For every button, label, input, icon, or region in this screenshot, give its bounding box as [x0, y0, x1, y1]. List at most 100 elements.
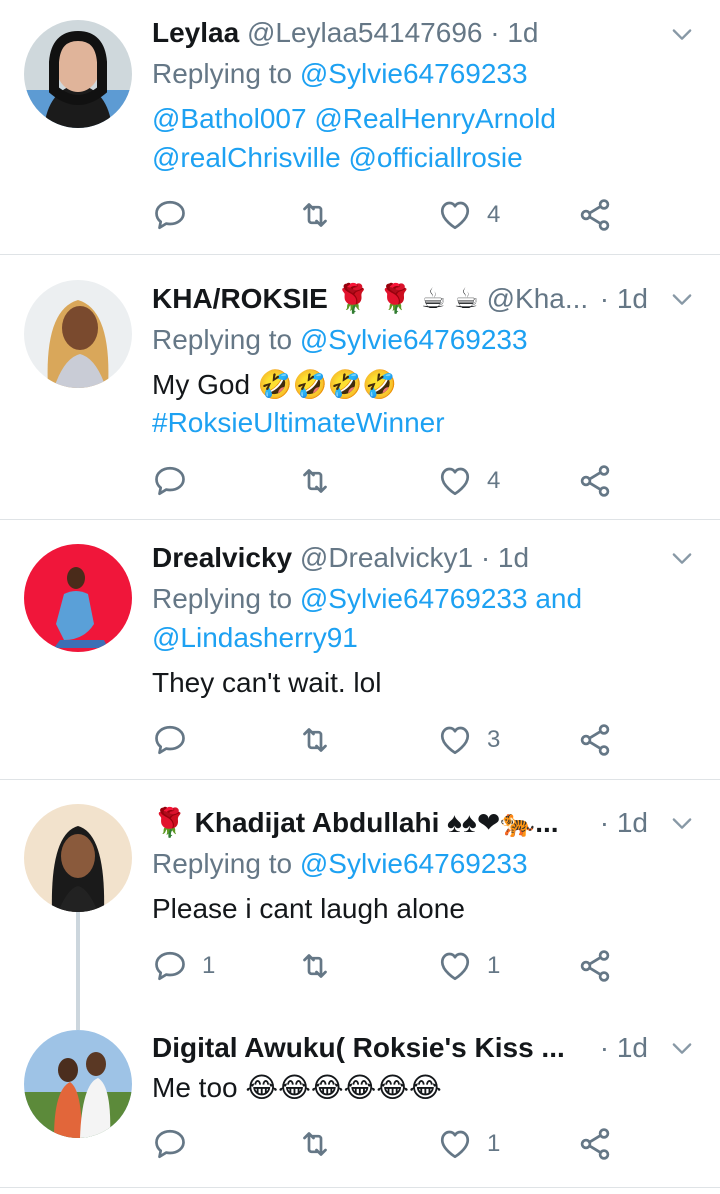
share-icon	[577, 1126, 613, 1162]
tweet-text-line-2[interactable]: @realChrisville @officiallrosie	[152, 138, 690, 178]
retweet-icon	[297, 948, 333, 984]
handle[interactable]: @Drealvicky1	[300, 542, 473, 573]
share-icon	[577, 463, 613, 499]
share-button[interactable]	[577, 946, 613, 986]
like-button[interactable]: 4	[437, 461, 500, 501]
chevron-down-icon[interactable]	[668, 544, 696, 572]
display-name[interactable]: KHA/ROKSIE 🌹 🌹 ☕ ☕	[152, 283, 479, 314]
replying-line: Replying to @Sylvie64769233 and	[152, 579, 690, 619]
display-name[interactable]: 🌹 Khadijat Abdullahi ♠♠❤🐅...	[152, 807, 559, 838]
chevron-down-icon[interactable]	[668, 1034, 696, 1062]
like-count: 1	[487, 1130, 501, 1157]
avatar[interactable]	[24, 20, 132, 128]
retweet-button[interactable]	[297, 195, 347, 235]
retweet-button[interactable]	[297, 946, 347, 986]
action-bar: 3	[152, 720, 622, 760]
share-icon	[577, 948, 613, 984]
replying-to-link-2[interactable]: @Lindasherry91	[152, 618, 690, 658]
avatar[interactable]	[24, 804, 132, 912]
timestamp: · 1d	[490, 17, 539, 48]
like-button[interactable]: 1	[437, 1124, 500, 1164]
retweet-button[interactable]	[297, 1124, 347, 1164]
reply-button[interactable]	[152, 720, 202, 760]
like-count: 4	[487, 201, 501, 228]
share-button[interactable]	[577, 195, 613, 235]
reply-icon	[152, 463, 188, 499]
replying-prefix: Replying to	[152, 324, 293, 355]
like-icon	[437, 463, 473, 499]
timestamp: · 1d	[599, 807, 648, 838]
replying-to-link[interactable]: @Sylvie64769233	[300, 58, 528, 89]
retweet-button[interactable]	[297, 720, 347, 760]
reply-icon	[152, 948, 188, 984]
reply-button[interactable]	[152, 195, 202, 235]
replying-line: Replying to @Sylvie64769233	[152, 54, 690, 94]
reply-button[interactable]	[152, 461, 202, 501]
hashtag-link[interactable]: #RoksieUltimateWinner	[152, 403, 690, 443]
share-button[interactable]	[577, 461, 613, 501]
share-icon	[577, 722, 613, 758]
avatar-image	[24, 20, 132, 128]
avatar[interactable]	[24, 544, 132, 652]
like-button[interactable]: 1	[437, 946, 500, 986]
like-icon	[437, 197, 473, 233]
replying-to-link[interactable]: @Sylvie64769233	[300, 848, 528, 879]
like-button[interactable]: 3	[437, 720, 500, 760]
retweet-icon	[297, 463, 333, 499]
tweet-text-line-1[interactable]: @Bathol007 @RealHenryArnold	[152, 99, 690, 139]
like-icon	[437, 722, 473, 758]
chevron-down-icon[interactable]	[668, 285, 696, 313]
share-button[interactable]	[577, 720, 613, 760]
tweet-header: 🌹 Khadijat Abdullahi ♠♠❤🐅...	[152, 803, 590, 843]
tweet-2[interactable]: KHA/ROKSIE 🌹 🌹 ☕ ☕ @Kha... · 1d Replying…	[0, 255, 720, 520]
retweet-button[interactable]	[297, 461, 347, 501]
display-name[interactable]: Drealvicky	[152, 542, 292, 573]
like-count: 4	[487, 467, 501, 494]
like-icon	[437, 948, 473, 984]
tweet-header: KHA/ROKSIE 🌹 🌹 ☕ ☕ @Kha...	[152, 279, 590, 319]
tweet-1[interactable]: Leylaa @Leylaa54147696 · 1d Replying to …	[0, 0, 720, 255]
timestamp: · 1d	[480, 542, 530, 573]
like-count: 3	[487, 726, 501, 753]
handle[interactable]: @Kha...	[487, 283, 589, 314]
action-bar: 4	[152, 195, 622, 235]
timestamp: · 1d	[599, 1032, 648, 1063]
avatar-image	[24, 804, 132, 912]
replying-prefix: Replying to	[152, 583, 293, 614]
avatar[interactable]	[24, 1030, 132, 1138]
tweet-text: Me too 😂😂😂😂😂😂	[152, 1072, 442, 1103]
tweet-header: Drealvicky @Drealvicky1 · 1d	[152, 538, 630, 578]
replying-line: Replying to @Sylvie64769233	[152, 844, 690, 884]
replying-prefix: Replying to	[152, 58, 293, 89]
reply-button[interactable]	[152, 1124, 202, 1164]
avatar-image	[24, 280, 132, 388]
avatar-image	[24, 1030, 132, 1138]
tweet-5[interactable]: Digital Awuku( Roksie's Kiss ... · 1d Me…	[0, 1010, 720, 1188]
replying-to-link[interactable]: @Sylvie64769233 and	[300, 583, 582, 614]
tweet-text: Please i cant laugh alone	[152, 893, 465, 924]
display-name[interactable]: Leylaa	[152, 17, 239, 48]
action-bar: 4	[152, 461, 622, 501]
tweet-text: My God 🤣🤣🤣🤣	[152, 369, 398, 400]
share-button[interactable]	[577, 1124, 613, 1164]
reply-icon	[152, 722, 188, 758]
timestamp: · 1d	[599, 283, 648, 314]
replying-to-link[interactable]: @Sylvie64769233	[300, 324, 528, 355]
like-count: 1	[487, 952, 501, 979]
chevron-down-icon[interactable]	[668, 20, 696, 48]
share-icon	[577, 197, 613, 233]
replying-prefix: Replying to	[152, 848, 293, 879]
action-bar: 1	[152, 1124, 622, 1164]
tweet-header: Leylaa @Leylaa54147696 · 1d	[152, 13, 630, 53]
handle[interactable]: @Leylaa54147696	[247, 17, 483, 48]
action-bar: 1 1	[152, 946, 622, 986]
avatar[interactable]	[24, 280, 132, 388]
chevron-down-icon[interactable]	[668, 809, 696, 837]
display-name[interactable]: Digital Awuku( Roksie's Kiss ...	[152, 1032, 565, 1063]
like-button[interactable]: 4	[437, 195, 500, 235]
tweet-3[interactable]: Drealvicky @Drealvicky1 · 1d Replying to…	[0, 520, 720, 780]
reply-count: 1	[202, 952, 216, 979]
reply-button[interactable]: 1	[152, 946, 215, 986]
retweet-icon	[297, 1126, 333, 1162]
reply-icon	[152, 197, 188, 233]
